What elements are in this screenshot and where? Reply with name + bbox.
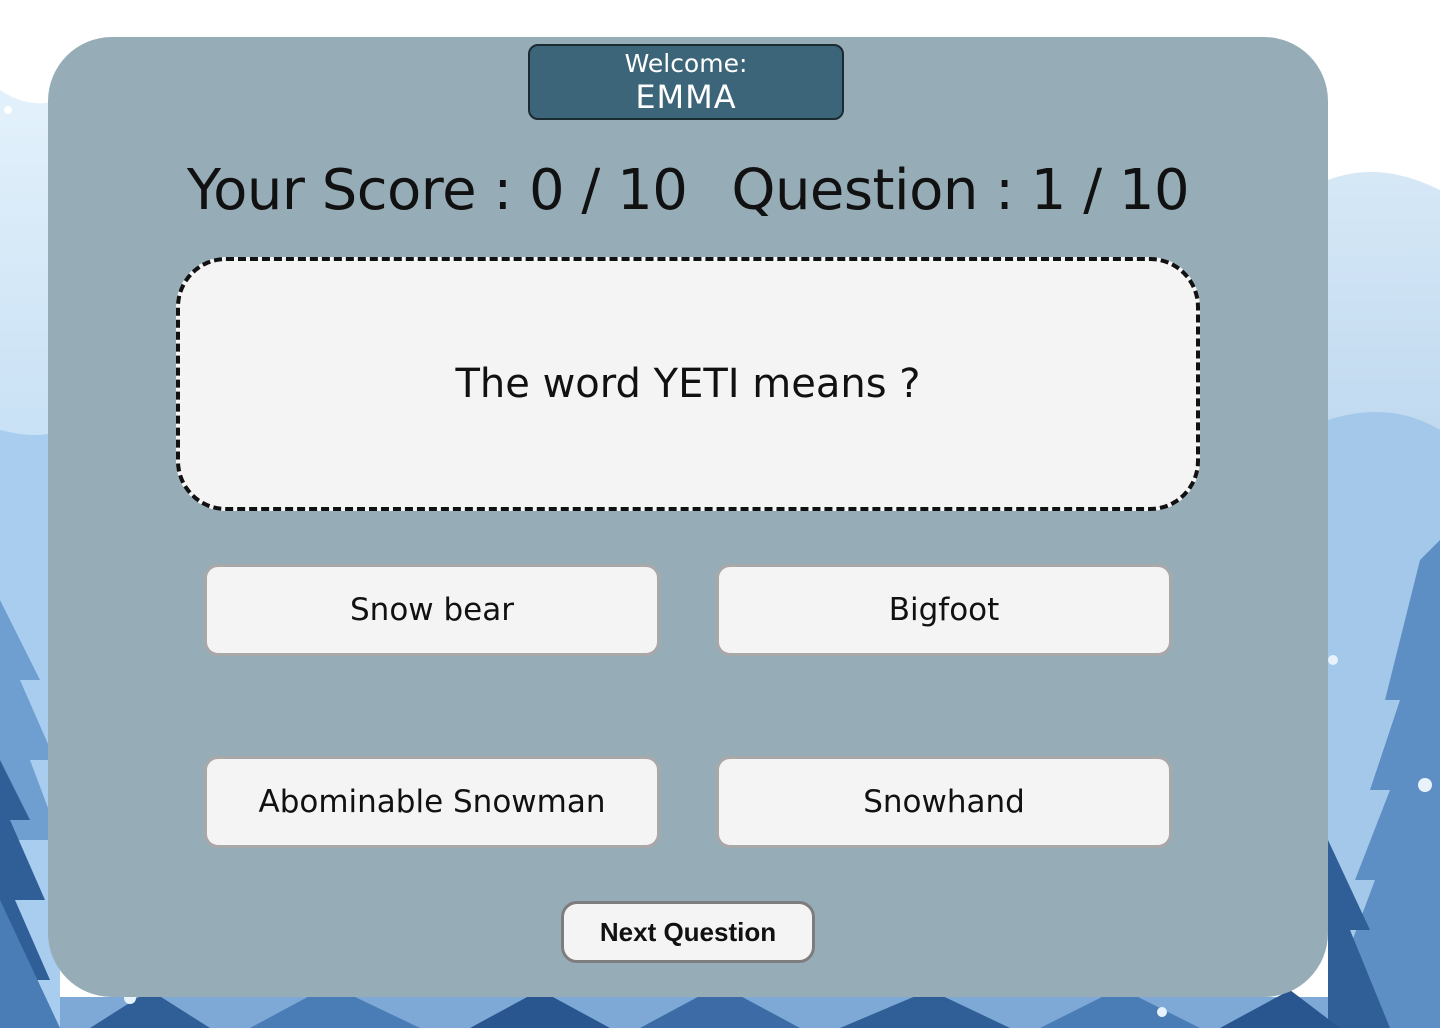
winter-background: Welcome: EMMA Your Score : 0 / 10 Questio… [0, 0, 1440, 1028]
welcome-badge: Welcome: EMMA [528, 44, 844, 120]
question-card: The word YETI means ? [176, 257, 1200, 511]
welcome-label: Welcome: [624, 49, 748, 78]
score-bar: Your Score : 0 / 10 Question : 1 / 10 [48, 155, 1328, 227]
player-name: EMMA [635, 78, 737, 116]
answer-option-3[interactable]: Abominable Snowman [204, 756, 660, 848]
quiz-panel: Welcome: EMMA Your Score : 0 / 10 Questio… [48, 37, 1328, 997]
question-counter: Question : 1 / 10 [731, 158, 1190, 223]
answer-option-2[interactable]: Bigfoot [716, 564, 1172, 656]
score-counter: Your Score : 0 / 10 [186, 158, 688, 223]
answer-option-4[interactable]: Snowhand [716, 756, 1172, 848]
next-question-button[interactable]: Next Question [561, 901, 815, 963]
question-text: The word YETI means ? [455, 361, 921, 407]
answer-option-1[interactable]: Snow bear [204, 564, 660, 656]
